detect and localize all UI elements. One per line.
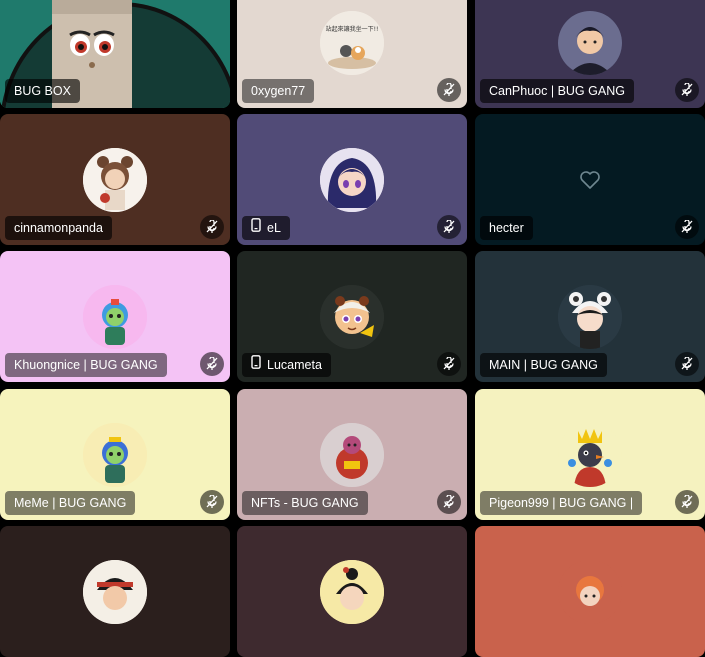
avatar bbox=[83, 422, 147, 487]
mobile-phone-icon bbox=[251, 216, 261, 240]
participant-tile-0xygen77[interactable]: 站起來讓我坐一下!! 0xygen77 bbox=[237, 0, 467, 108]
mic-muted-icon bbox=[200, 215, 224, 239]
participant-name: 0xygen77 bbox=[251, 84, 306, 98]
avatar bbox=[320, 147, 384, 212]
participant-name-tag: Pigeon999 | BUG GANG | bbox=[480, 491, 643, 515]
mic-muted-icon bbox=[437, 215, 461, 239]
participant-name-tag: NFTs - BUG GANG bbox=[242, 491, 368, 515]
participant-name: MeMe | BUG GANG bbox=[14, 496, 127, 510]
avatar bbox=[83, 147, 147, 212]
avatar bbox=[83, 284, 147, 349]
participant-tile-khuongnice[interactable]: Khuongnice | BUG GANG bbox=[0, 251, 230, 382]
participant-tile-meme[interactable]: MeMe | BUG GANG bbox=[0, 389, 230, 520]
participant-name-tag: hecter bbox=[480, 216, 533, 240]
mobile-phone-icon bbox=[251, 353, 261, 377]
mic-muted-icon bbox=[437, 490, 461, 514]
mic-muted-icon bbox=[675, 490, 699, 514]
participant-tile-canphuoc[interactable]: CanPhuoc | BUG GANG bbox=[475, 0, 705, 108]
avatar bbox=[320, 284, 384, 349]
participant-name: Lucameta bbox=[267, 358, 322, 372]
participant-tile-hecter[interactable]: hecter bbox=[475, 114, 705, 245]
participant-name: Pigeon999 | BUG GANG | bbox=[489, 496, 634, 510]
participant-tile-bug-box[interactable]: BUG BOX bbox=[0, 0, 230, 108]
participant-name-tag: MeMe | BUG GANG bbox=[5, 491, 136, 515]
voice-participant-grid: BUG BOX 站起來讓我坐一下!! 0xygen77 CanPhuoc | B… bbox=[0, 0, 705, 657]
heart-icon bbox=[580, 170, 600, 189]
mic-muted-icon bbox=[437, 78, 461, 102]
participant-name-tag: MAIN | BUG GANG bbox=[480, 353, 607, 377]
participant-name: eL bbox=[267, 221, 281, 235]
participant-tile-el[interactable]: eL bbox=[237, 114, 467, 245]
avatar: 站起來讓我坐一下!! bbox=[320, 10, 384, 75]
avatar bbox=[558, 10, 622, 75]
avatar bbox=[320, 559, 384, 624]
participant-name: cinnamonpanda bbox=[14, 221, 103, 235]
participant-name: Khuongnice | BUG GANG bbox=[14, 358, 158, 372]
avatar bbox=[558, 284, 622, 349]
participant-name-tag: eL bbox=[242, 216, 290, 240]
mic-muted-icon bbox=[675, 78, 699, 102]
participant-name: NFTs - BUG GANG bbox=[251, 496, 359, 510]
participant-name-tag: CanPhuoc | BUG GANG bbox=[480, 79, 634, 103]
participant-tile[interactable] bbox=[237, 526, 467, 657]
participant-tile-pigeon999[interactable]: Pigeon999 | BUG GANG | bbox=[475, 389, 705, 520]
participant-name-tag: Lucameta bbox=[242, 353, 331, 377]
participant-tile-nfts[interactable]: NFTs - BUG GANG bbox=[237, 389, 467, 520]
mic-muted-icon bbox=[675, 215, 699, 239]
mic-muted-icon bbox=[675, 352, 699, 376]
avatar bbox=[320, 422, 384, 487]
participant-name: MAIN | BUG GANG bbox=[489, 358, 598, 372]
participant-name-tag: cinnamonpanda bbox=[5, 216, 112, 240]
avatar bbox=[558, 422, 622, 487]
mic-muted-icon bbox=[200, 352, 224, 376]
participant-name-tag: 0xygen77 bbox=[242, 79, 315, 103]
mic-muted-icon bbox=[437, 352, 461, 376]
mic-muted-icon bbox=[200, 490, 224, 514]
participant-tile-lucameta[interactable]: Lucameta bbox=[237, 251, 467, 382]
avatar-caption: 站起來讓我坐一下!! bbox=[326, 25, 379, 33]
avatar bbox=[83, 559, 147, 624]
participant-tile-main[interactable]: MAIN | BUG GANG bbox=[475, 251, 705, 382]
participant-name: CanPhuoc | BUG GANG bbox=[489, 84, 625, 98]
participant-tile[interactable] bbox=[475, 526, 705, 657]
participant-tile-cinnamonpanda[interactable]: cinnamonpanda bbox=[0, 114, 230, 245]
participant-name: hecter bbox=[489, 221, 524, 235]
avatar bbox=[558, 559, 622, 624]
participant-name: BUG BOX bbox=[14, 84, 71, 98]
participant-name-tag: BUG BOX bbox=[5, 79, 80, 103]
participant-tile[interactable] bbox=[0, 526, 230, 657]
participant-name-tag: Khuongnice | BUG GANG bbox=[5, 353, 167, 377]
